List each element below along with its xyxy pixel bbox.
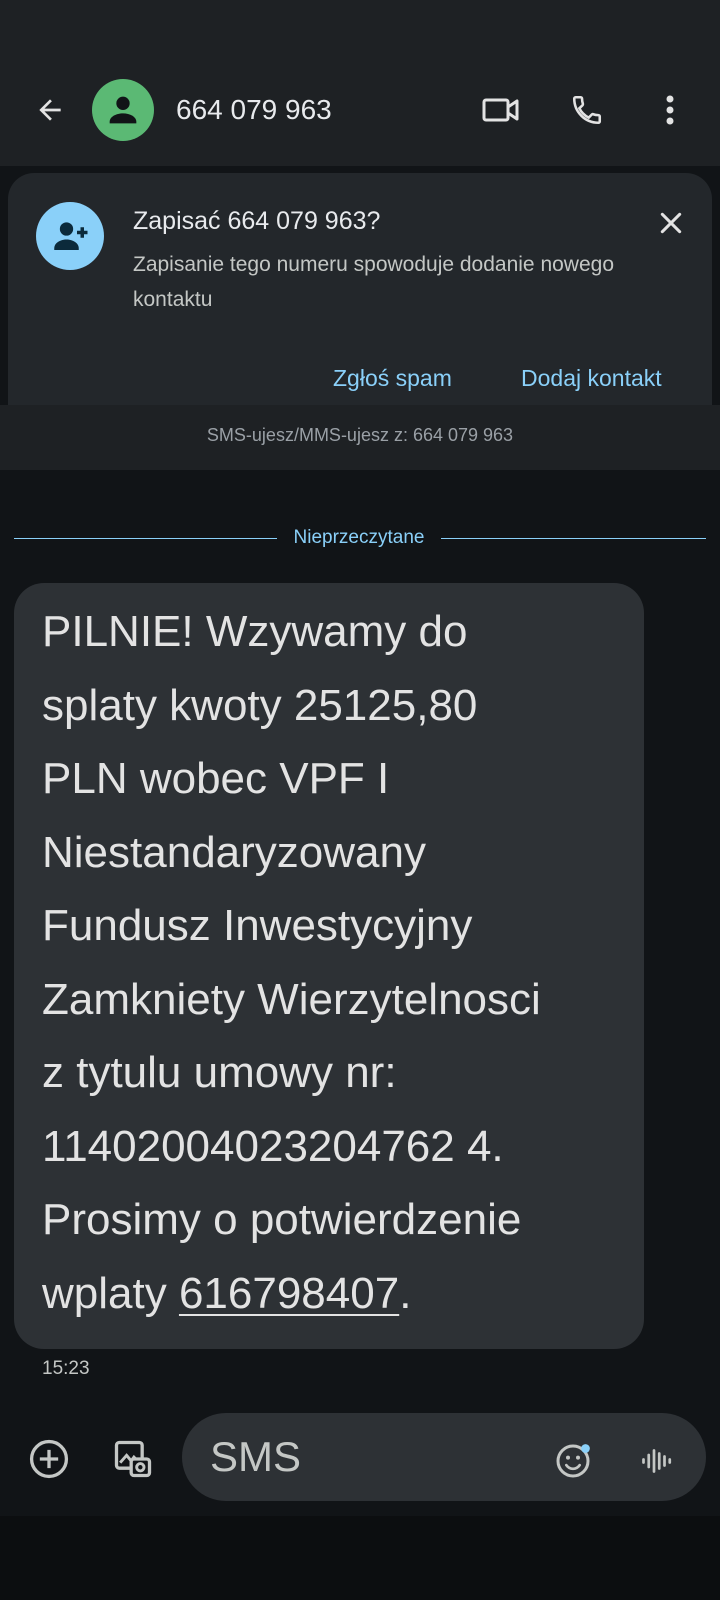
message-line: Prosimy o potwierdzenie <box>42 1195 522 1244</box>
attach-button[interactable] <box>24 1434 74 1484</box>
dismiss-card-button[interactable] <box>648 200 694 246</box>
message-line: Fundusz Inwestycyjny <box>42 901 473 950</box>
report-spam-button[interactable]: Zgłoś spam <box>333 362 452 394</box>
videocam-icon <box>482 98 519 122</box>
voice-message-button[interactable] <box>632 1436 682 1486</box>
contact-number-title[interactable]: 664 079 963 <box>176 90 332 130</box>
message-line: 11402004023204762 4. <box>42 1121 504 1171</box>
message-timestamp: 15:23 <box>42 1358 90 1379</box>
phone-icon <box>572 95 602 125</box>
message-phone-link[interactable]: 616798407 <box>179 1269 399 1318</box>
unread-divider-line-right <box>441 538 706 539</box>
call-button[interactable] <box>564 88 610 132</box>
message-line: PLN wobec VPF I <box>42 754 390 803</box>
gallery-button[interactable] <box>108 1434 158 1484</box>
message-line: splaty kwoty 25125,80 <box>42 680 478 730</box>
card-avatar <box>36 202 104 270</box>
unread-divider-line-left <box>14 538 277 539</box>
contact-avatar[interactable] <box>92 79 154 141</box>
message-line: z tytulu umowy nr: <box>42 1048 397 1097</box>
person-add-icon <box>54 222 88 250</box>
message-body: PILNIE! Wzywamy do splaty kwoty 25125,80… <box>42 595 632 1330</box>
message-input[interactable] <box>210 1433 510 1481</box>
gallery-icon <box>114 1440 152 1478</box>
message-line: Niestandaryzowany <box>42 827 426 877</box>
voice-icon <box>642 1449 672 1473</box>
add-contact-button[interactable]: Dodaj kontakt <box>521 362 662 394</box>
message-text: . <box>399 1268 412 1318</box>
message-line: wplaty 616798407. <box>42 1257 632 1331</box>
protocol-info-text: SMS-ujesz/MMS-ujesz z: 664 079 963 <box>206 425 514 445</box>
system-navigation-bar <box>0 1516 720 1600</box>
arrow-back-icon <box>39 99 61 121</box>
message-text: wplaty <box>42 1268 179 1318</box>
video-call-button[interactable] <box>478 88 524 132</box>
message-line: Zamkniety Wierzytelnosci <box>42 974 541 1024</box>
more-vert-icon <box>666 95 674 125</box>
unread-divider-label: Nieprzeczytane <box>293 527 425 548</box>
add-circle-icon <box>29 1439 69 1479</box>
person-icon <box>109 96 137 124</box>
emoji-icon <box>556 1444 590 1478</box>
save-card-title: Zapisać 664 079 963? <box>133 207 381 235</box>
back-button[interactable] <box>28 88 72 132</box>
message-line: PILNIE! Wzywamy do <box>42 607 468 656</box>
emoji-button[interactable] <box>548 1436 598 1486</box>
save-card-description: Zapisanie tego numeru spowoduje dodanie … <box>133 253 615 311</box>
close-icon <box>660 212 682 234</box>
more-options-button[interactable] <box>648 88 692 132</box>
